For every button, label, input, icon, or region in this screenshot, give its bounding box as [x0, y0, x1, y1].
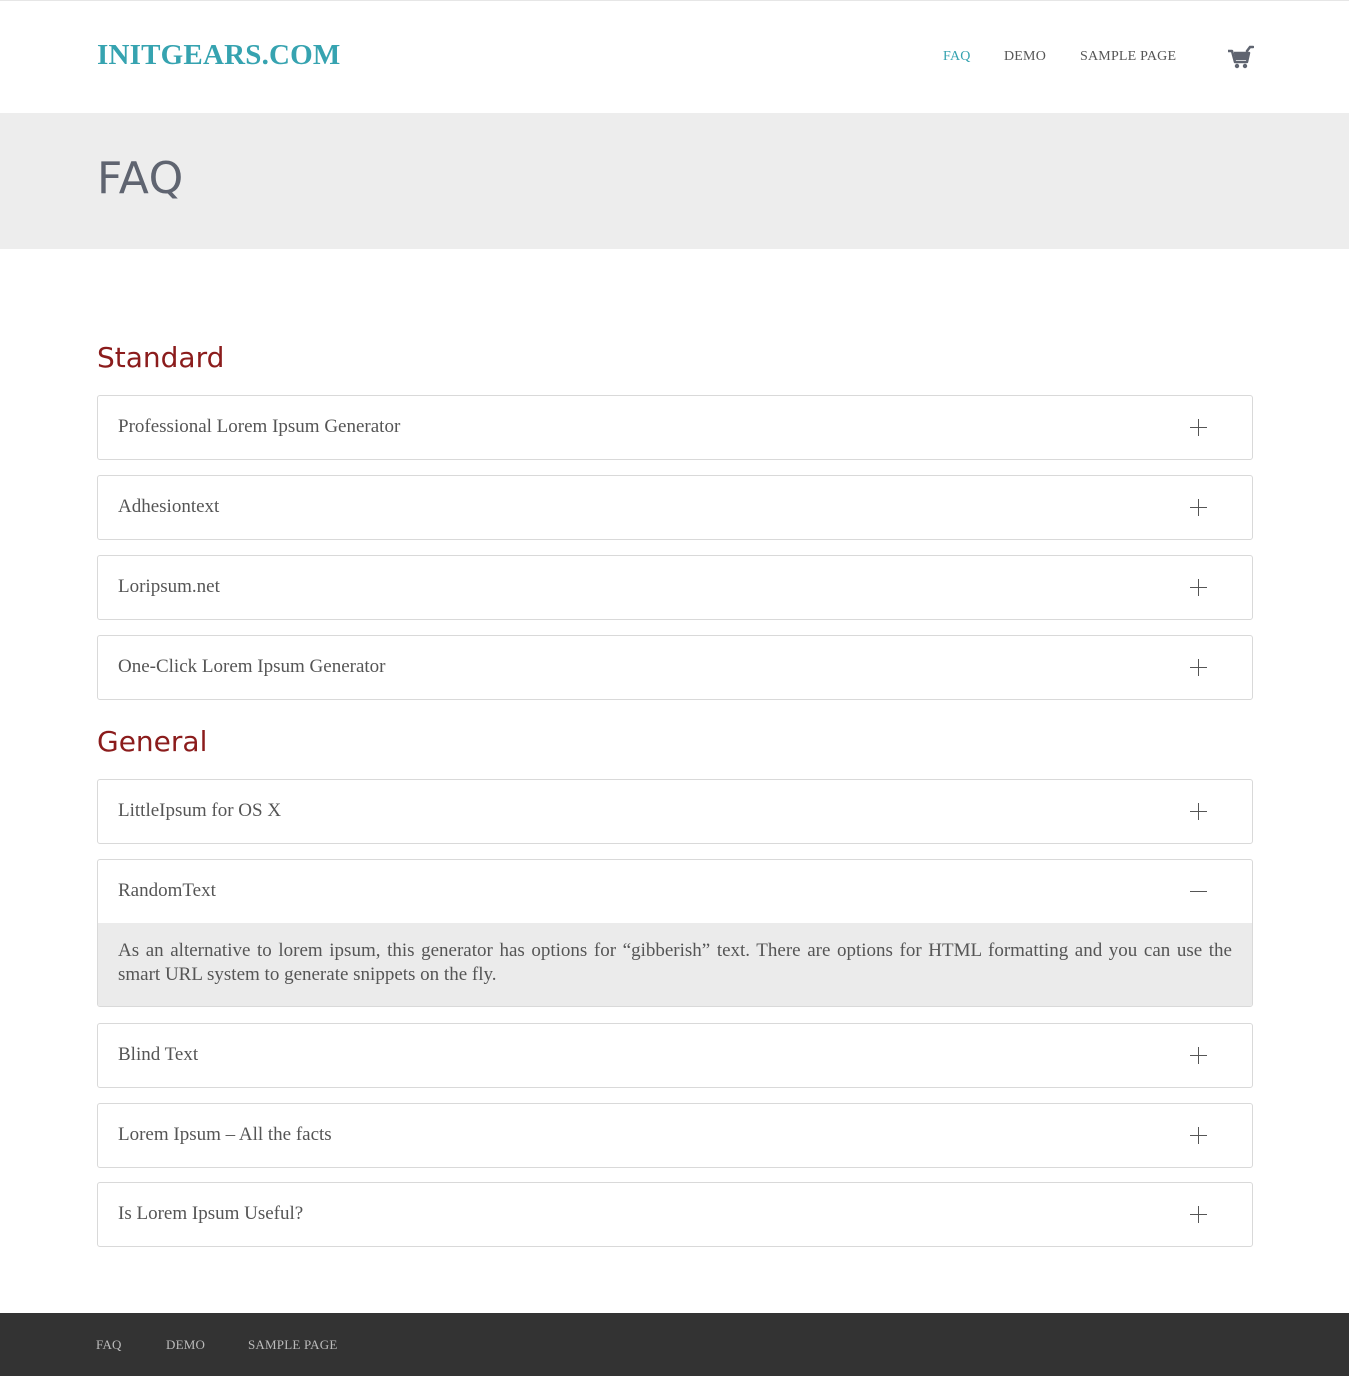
faq-item-header[interactable]: Blind Text	[98, 1024, 1252, 1087]
faq-question: RandomText	[118, 880, 216, 901]
plus-icon[interactable]	[1190, 803, 1207, 820]
faq-question: One-Click Lorem Ipsum Generator	[118, 656, 386, 677]
faq-item-header[interactable]: LittleIpsum for OS X	[98, 780, 1252, 843]
faq-item-header[interactable]: Adhesiontext	[98, 476, 1252, 539]
nav-item-sample-page[interactable]: SAMPLE PAGE	[1080, 49, 1176, 65]
nav-item-faq[interactable]: FAQ	[943, 49, 971, 65]
section-title-standard: Standard	[97, 341, 225, 374]
faq-question: Loripsum.net	[118, 576, 220, 597]
plus-icon[interactable]	[1190, 1047, 1207, 1064]
faq-question: Professional Lorem Ipsum Generator	[118, 416, 401, 437]
faq-item[interactable]: Adhesiontext	[97, 475, 1253, 540]
faq-item-header[interactable]: RandomText	[98, 860, 1252, 923]
faq-question: Is Lorem Ipsum Useful?	[118, 1203, 304, 1224]
faq-item-header[interactable]: Loripsum.net	[98, 556, 1252, 619]
plus-icon[interactable]	[1190, 1127, 1207, 1144]
faq-item[interactable]: Loripsum.net	[97, 555, 1253, 620]
faq-question: LittleIpsum for OS X	[118, 800, 282, 821]
plus-icon[interactable]	[1190, 579, 1207, 596]
faq-item[interactable]: One-Click Lorem Ipsum Generator	[97, 635, 1253, 700]
faq-answer: As an alternative to lorem ipsum, this g…	[98, 923, 1252, 1006]
faq-item-expanded[interactable]: RandomText As an alternative to lorem ip…	[97, 859, 1253, 1007]
faq-item[interactable]: Lorem Ipsum – All the facts	[97, 1103, 1253, 1168]
nav-item-demo[interactable]: DEMO	[1004, 49, 1046, 65]
faq-item[interactable]: Professional Lorem Ipsum Generator	[97, 395, 1253, 460]
faq-item-header[interactable]: Professional Lorem Ipsum Generator	[98, 396, 1252, 459]
site-logo[interactable]: INITGEARS.COM	[97, 39, 341, 72]
faq-question: Lorem Ipsum – All the facts	[118, 1124, 332, 1145]
faq-item-header[interactable]: One-Click Lorem Ipsum Generator	[98, 636, 1252, 699]
faq-item[interactable]: LittleIpsum for OS X	[97, 779, 1253, 844]
footer-link-sample-page[interactable]: SAMPLE PAGE	[248, 1337, 338, 1353]
faq-question: Adhesiontext	[118, 496, 220, 517]
plus-icon[interactable]	[1190, 419, 1207, 436]
cart-icon[interactable]	[1226, 45, 1255, 71]
faq-item-header[interactable]: Lorem Ipsum – All the facts	[98, 1104, 1252, 1167]
footer-link-demo[interactable]: DEMO	[166, 1337, 205, 1353]
minus-icon[interactable]	[1190, 883, 1207, 900]
page-banner: FAQ	[0, 113, 1349, 249]
page-title: FAQ	[97, 153, 184, 204]
faq-item[interactable]: Is Lorem Ipsum Useful?	[97, 1182, 1253, 1247]
site-header: INITGEARS.COM FAQ DEMO SAMPLE PAGE	[0, 1, 1349, 113]
plus-icon[interactable]	[1190, 659, 1207, 676]
site-footer: FAQ DEMO SAMPLE PAGE	[0, 1313, 1349, 1376]
faq-item[interactable]: Blind Text	[97, 1023, 1253, 1088]
footer-link-faq[interactable]: FAQ	[96, 1337, 122, 1353]
faq-item-header[interactable]: Is Lorem Ipsum Useful?	[98, 1183, 1252, 1246]
faq-question: Blind Text	[118, 1044, 199, 1065]
plus-icon[interactable]	[1190, 499, 1207, 516]
section-title-general: General	[97, 725, 208, 758]
plus-icon[interactable]	[1190, 1206, 1207, 1223]
